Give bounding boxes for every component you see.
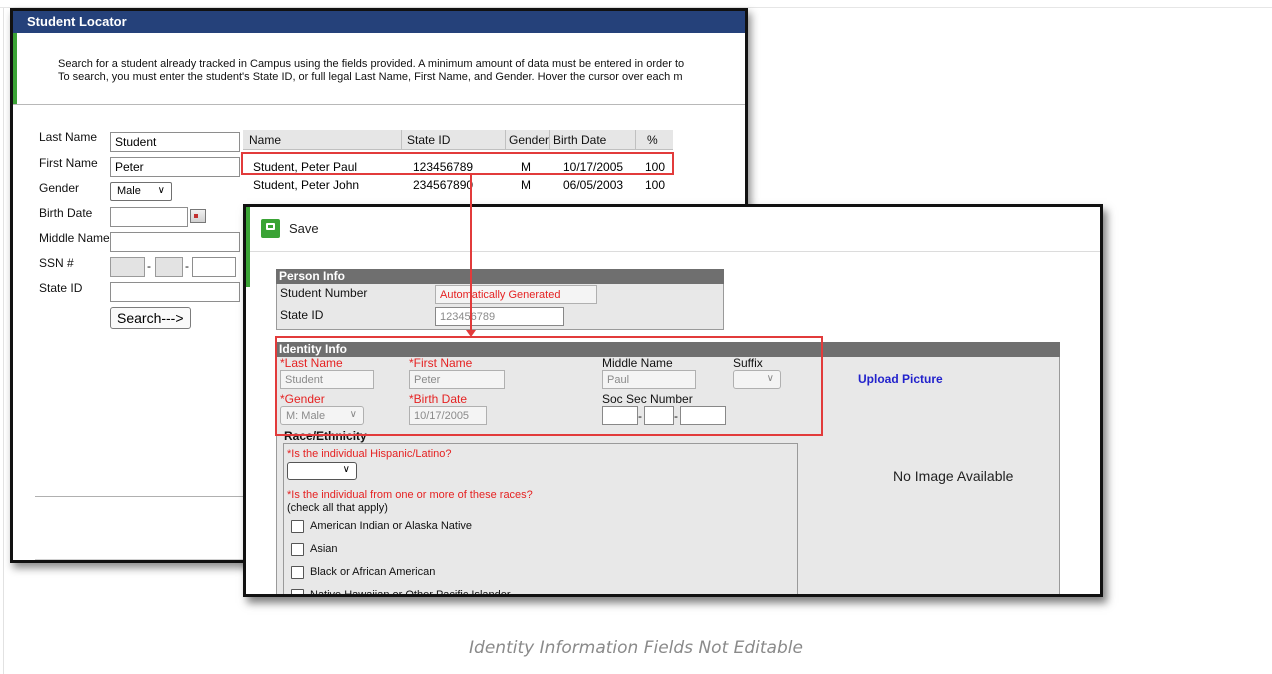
middle-name-label: Middle Name — [39, 231, 110, 245]
state-id-field: 123456789 — [435, 307, 564, 326]
student-number-label: Student Number — [280, 286, 368, 300]
column-divider — [549, 130, 550, 150]
state-id-label: State ID — [280, 308, 324, 322]
ssn-dash: - — [147, 259, 151, 273]
accent-bar — [246, 207, 250, 287]
column-header-name[interactable]: Name — [249, 133, 281, 147]
ssn-part-1-input[interactable] — [110, 257, 145, 277]
student-number-field: Automatically Generated — [435, 285, 597, 304]
ssn-part-3-input[interactable] — [192, 257, 236, 277]
calendar-icon[interactable] — [190, 209, 206, 223]
accent-bar — [13, 33, 17, 105]
column-divider — [635, 130, 636, 150]
state-id-input[interactable] — [110, 282, 240, 302]
birth-date-input[interactable] — [110, 207, 188, 227]
column-header-birth-date[interactable]: Birth Date — [553, 133, 606, 147]
middle-name-input[interactable] — [110, 232, 240, 252]
upload-picture-link[interactable]: Upload Picture — [858, 372, 943, 386]
last-name-label: Last Name — [39, 130, 98, 144]
page-top-border — [0, 0, 1272, 8]
save-button[interactable]: Save — [289, 221, 319, 236]
page-left-border — [3, 8, 4, 674]
divider — [35, 559, 255, 560]
race-checkbox[interactable] — [291, 589, 304, 594]
search-button[interactable]: Search---> — [110, 307, 191, 329]
person-info-header: Person Info — [276, 269, 724, 284]
column-divider — [505, 130, 506, 150]
cell-birth-date: 06/05/2003 — [563, 178, 624, 192]
instructions-line-1: Search for a student already tracked in … — [58, 58, 685, 70]
locator-title: Student Locator — [13, 11, 745, 33]
cell-name: Student, Peter John — [253, 178, 360, 192]
results-header: Name State ID Gender Birth Date % — [243, 130, 673, 150]
ssn-dash: - — [185, 259, 189, 273]
divider — [13, 104, 745, 105]
column-header-gender[interactable]: Gender — [509, 133, 549, 147]
highlight-identity-fields — [275, 336, 823, 436]
no-image-text: No Image Available — [893, 468, 1014, 484]
gender-label: Gender — [39, 181, 80, 195]
state-id-label: State ID — [39, 281, 83, 295]
divider — [250, 251, 1100, 252]
birth-date-label: Birth Date — [39, 206, 93, 220]
ssn-label: SSN # — [39, 256, 74, 270]
highlight-result-row — [241, 152, 674, 175]
gender-select-value: Male — [117, 185, 141, 197]
first-name-label: First Name — [39, 156, 98, 170]
column-header-percent[interactable]: % — [647, 133, 658, 147]
chevron-down-icon: ∨ — [157, 185, 165, 196]
figure-caption: Identity Information Fields Not Editable — [469, 638, 803, 658]
check-all-note: (check all that apply) — [287, 502, 388, 514]
cell-percent: 100 — [645, 178, 666, 192]
divider — [35, 496, 255, 497]
race-checkbox[interactable] — [291, 543, 304, 556]
races-question: *Is the individual from one or more of t… — [287, 489, 533, 501]
cell-gender: M — [521, 178, 531, 192]
ssn-part-2-input[interactable] — [155, 257, 183, 277]
save-icon[interactable] — [261, 219, 280, 238]
highlight-arrow-line — [470, 175, 472, 331]
gender-select[interactable]: Male ∨ — [110, 182, 172, 201]
chevron-down-icon: ∨ — [342, 464, 350, 475]
cell-state-id: 234567890 — [413, 178, 474, 192]
first-name-input[interactable]: Peter — [110, 157, 240, 177]
race-option-label: Asian — [310, 543, 338, 555]
race-checkbox[interactable] — [291, 566, 304, 579]
instructions-line-2: To search, you must enter the student's … — [58, 71, 683, 83]
last-name-input[interactable]: Student — [110, 132, 240, 152]
hispanic-question: *Is the individual Hispanic/Latino? — [287, 448, 452, 460]
race-checkbox[interactable] — [291, 520, 304, 533]
column-header-state-id[interactable]: State ID — [407, 133, 450, 147]
hispanic-select[interactable]: ∨ — [287, 462, 357, 480]
race-option-label: Black or African American — [310, 566, 436, 578]
race-option-label: Native Hawaiian or Other Pacific Islande… — [310, 589, 511, 597]
column-divider — [401, 130, 402, 150]
locator-instructions: Search for a student already tracked in … — [58, 58, 745, 84]
table-row[interactable]: Student, Peter John 234567890 M 06/05/20… — [243, 177, 673, 193]
race-option-label: American Indian or Alaska Native — [310, 520, 473, 532]
